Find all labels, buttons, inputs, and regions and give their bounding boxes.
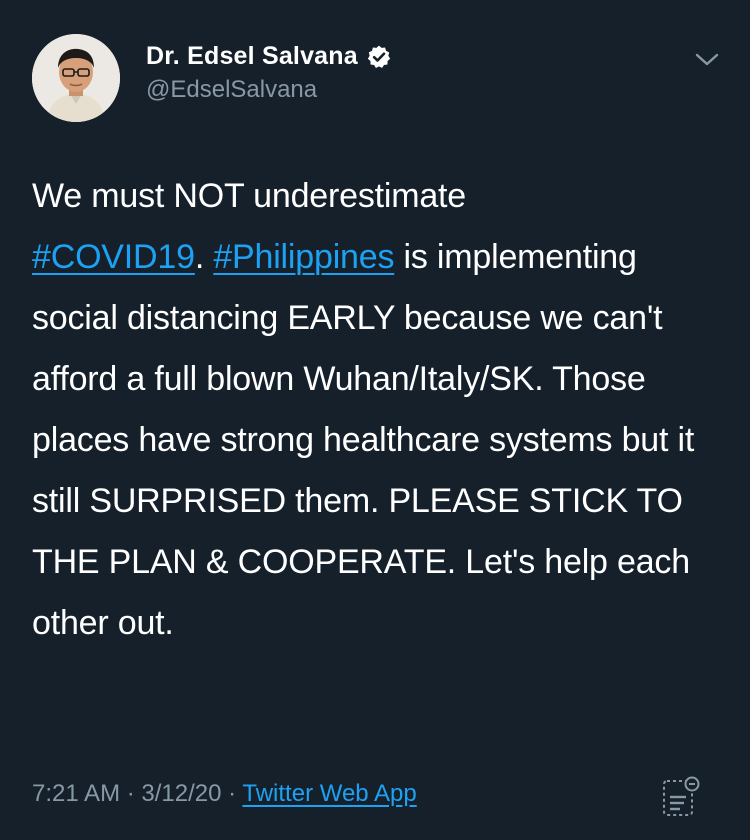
chevron-down-icon[interactable]	[693, 50, 721, 70]
tweet-date[interactable]: 3/12/20	[141, 780, 221, 807]
tweet-text-body: implementing social distancing EARLY bec…	[32, 238, 695, 642]
meta-separator: ·	[228, 780, 237, 807]
tweet-text-after-hashtag: is	[394, 238, 428, 276]
tweet-meta: 7:21 AM · 3/12/20 · Twitter Web App	[32, 780, 417, 808]
tweet-text: We must NOT underestimate #COVID19. #Phi…	[32, 166, 722, 654]
tweet-text-punct: .	[194, 238, 205, 276]
tweet-time[interactable]: 7:21 AM	[32, 780, 120, 807]
meta-separator: ·	[126, 780, 135, 807]
profile-photo-icon	[32, 34, 120, 122]
author-handle[interactable]: @EdselSalvana	[146, 76, 317, 104]
avatar[interactable]	[32, 34, 120, 122]
hashtag-covid19-link[interactable]: #COVID19	[32, 238, 195, 276]
source-app-link[interactable]: Twitter Web App	[242, 780, 416, 807]
author-name-row[interactable]: Dr. Edsel Salvana	[146, 42, 392, 71]
analytics-icon[interactable]	[656, 773, 704, 821]
tweet-card: Dr. Edsel Salvana @EdselSalvana We must …	[0, 0, 750, 840]
display-name[interactable]: Dr. Edsel Salvana	[146, 42, 358, 71]
verified-badge-icon	[367, 45, 391, 68]
tweet-text-line1: We must NOT underestimate	[32, 177, 467, 215]
hashtag-philippines-link[interactable]: #Philippines	[213, 238, 394, 276]
